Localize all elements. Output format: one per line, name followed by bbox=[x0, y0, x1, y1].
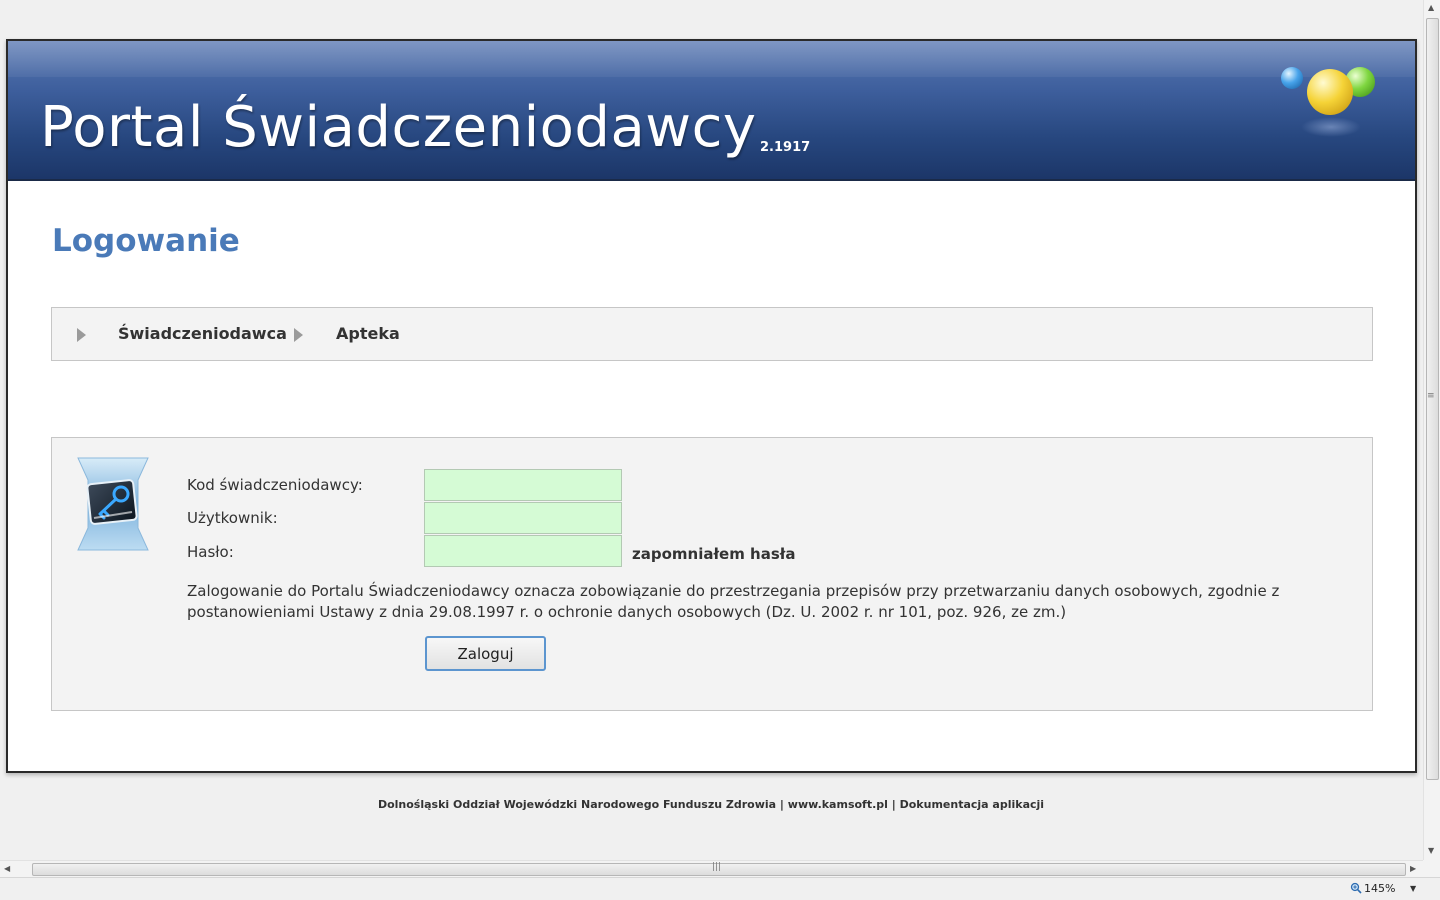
arrow-right-icon bbox=[77, 328, 86, 342]
login-button[interactable]: Zaloguj bbox=[425, 636, 546, 671]
zoom-value: 145% bbox=[1364, 882, 1396, 895]
grip-icon: ≡ bbox=[1427, 391, 1435, 401]
horizontal-scrollbar[interactable]: ◀ ||| ▶ bbox=[0, 860, 1423, 877]
footer-docs-link[interactable]: Dokumentacja aplikacji bbox=[900, 798, 1044, 811]
footer-site-link[interactable]: www.kamsoft.pl bbox=[788, 798, 888, 811]
login-form: Kod świadczeniodawcy: Użytkownik: Hasło:… bbox=[51, 437, 1373, 711]
portal-frame: Portal Świadczeniodawcy 2.1917 Logowanie… bbox=[6, 39, 1417, 773]
forgot-password-link[interactable]: zapomniałem hasła bbox=[632, 545, 795, 563]
portal-version: 2.1917 bbox=[760, 140, 811, 155]
page-title: Logowanie bbox=[52, 223, 240, 259]
footer-separator: | bbox=[776, 798, 788, 811]
login-type-tabs: Świadczeniodawca Apteka bbox=[51, 307, 1373, 361]
chevron-down-icon[interactable]: ▼ bbox=[1410, 884, 1416, 893]
scroll-up-icon[interactable]: ▲ bbox=[1428, 3, 1434, 12]
status-bar: 145% ▼ bbox=[0, 877, 1440, 900]
arrow-right-icon bbox=[294, 328, 303, 342]
footer: Dolnośląski Oddział Wojewódzki Narodoweg… bbox=[0, 798, 1422, 811]
code-input[interactable] bbox=[424, 469, 622, 501]
key-login-icon bbox=[76, 456, 150, 552]
tab-swiadczeniodawca[interactable]: Świadczeniodawca bbox=[118, 324, 287, 343]
magnifier-icon bbox=[1350, 882, 1362, 894]
vertical-scrollbar[interactable]: ▲ ≡ ▼ bbox=[1423, 0, 1440, 860]
footer-org: Dolnośląski Oddział Wojewódzki Narodoweg… bbox=[377, 798, 777, 811]
logo-balls-icon bbox=[1281, 63, 1381, 143]
header-banner: Portal Świadczeniodawcy 2.1917 bbox=[8, 41, 1415, 181]
privacy-notice: Zalogowanie do Portalu Świadczeniodawcy … bbox=[187, 582, 1280, 621]
scroll-left-icon[interactable]: ◀ bbox=[4, 864, 10, 873]
portal-title: Portal Świadczeniodawcy bbox=[40, 95, 757, 160]
password-input[interactable] bbox=[424, 535, 622, 567]
code-label: Kod świadczeniodawcy: bbox=[187, 476, 363, 494]
footer-separator: | bbox=[887, 798, 900, 811]
scroll-down-icon[interactable]: ▼ bbox=[1428, 846, 1434, 855]
tab-apteka[interactable]: Apteka bbox=[336, 324, 400, 343]
password-label: Hasło: bbox=[187, 543, 234, 561]
scroll-right-icon[interactable]: ▶ bbox=[1410, 864, 1416, 873]
scroll-corner bbox=[1423, 860, 1440, 877]
user-label: Użytkownik: bbox=[187, 509, 278, 527]
zoom-level[interactable]: 145% bbox=[1350, 882, 1395, 895]
user-input[interactable] bbox=[424, 502, 622, 534]
grip-icon: ||| bbox=[712, 862, 722, 872]
